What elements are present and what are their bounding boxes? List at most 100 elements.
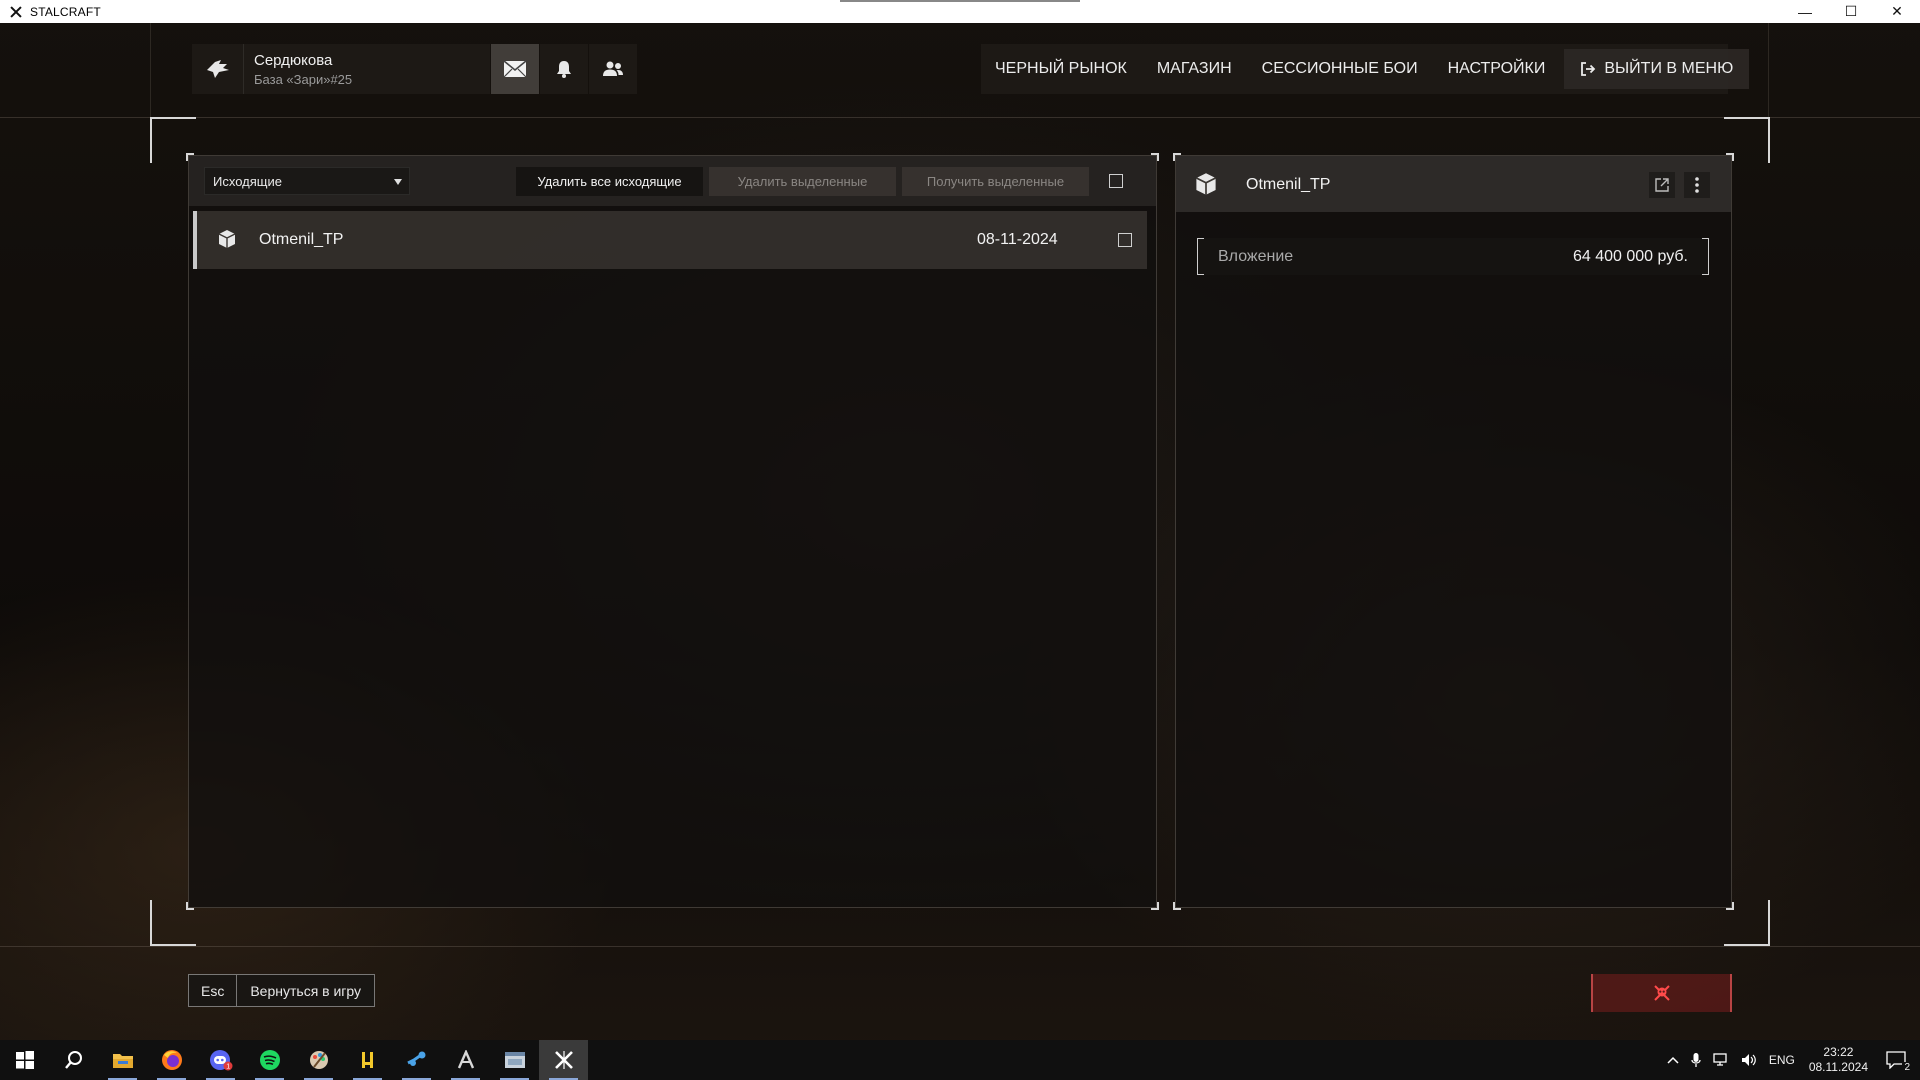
panel-corner [1151, 902, 1159, 910]
bell-icon [557, 61, 571, 78]
panel-corner [186, 153, 194, 161]
window-titlebar: STALCRAFT — ☐ ✕ [0, 0, 1920, 23]
nav-black-market[interactable]: ЧЕРНЫЙ РЫНОК [981, 60, 1142, 78]
footer-divider [0, 946, 1920, 947]
folder-select-value: Исходящие [213, 173, 282, 189]
package-icon [218, 230, 236, 248]
delete-selected-button[interactable]: Удалить выделенные [709, 167, 896, 196]
panel-corner [1151, 153, 1159, 161]
esc-key: Esc [189, 975, 238, 1006]
mail-toolbar: Исходящие Удалить все исходящие Удалить … [189, 156, 1156, 206]
folder-icon [112, 1054, 133, 1068]
discord-icon: 1 [209, 1050, 232, 1071]
tray-overflow-icon[interactable] [1667, 1056, 1679, 1064]
envelope-icon [503, 60, 527, 78]
player-base: База «Зари»#25 [254, 71, 353, 87]
mail-button[interactable] [491, 44, 539, 94]
external-link-icon [1655, 178, 1669, 192]
mail-row-date: 08-11-2024 [977, 231, 1058, 248]
maximize-button[interactable]: ☐ [1828, 0, 1874, 23]
notification-count: 2 [1902, 1062, 1912, 1073]
stalcraft-logo-icon [554, 1051, 573, 1069]
arc-icon [457, 1050, 474, 1069]
taskbar-app[interactable] [490, 1040, 539, 1080]
taskbar-discord[interactable]: 1 [196, 1040, 245, 1080]
report-button[interactable] [1591, 974, 1732, 1012]
panel-corner [1726, 153, 1734, 161]
clock-time: 23:22 [1823, 1045, 1854, 1059]
window-title: STALCRAFT [30, 4, 101, 19]
notifications-button[interactable] [540, 44, 588, 94]
palette-icon [309, 1051, 328, 1069]
input-language[interactable]: ENG [1769, 1053, 1795, 1067]
select-all-checkbox[interactable] [1109, 174, 1123, 188]
return-to-game-label: Вернуться в игру [250, 982, 362, 999]
taskbar-steam[interactable] [392, 1040, 441, 1080]
search-icon [64, 1051, 82, 1069]
panel-corner [1726, 902, 1734, 910]
exit-to-menu-button[interactable]: ВЫЙТИ В МЕНЮ [1564, 49, 1750, 89]
delete-all-outgoing-button[interactable]: Удалить все исходящие [516, 167, 703, 196]
header-vline-right [1768, 23, 1769, 117]
windows-start-button[interactable] [0, 1040, 49, 1080]
receive-selected-button[interactable]: Получить выделенные [902, 167, 1089, 196]
exit-icon [1581, 62, 1596, 76]
mail-detail-panel: Otmenil_TP Вложение 64 400 000 руб. [1175, 155, 1732, 908]
open-external-button[interactable] [1649, 172, 1675, 198]
player-name: Сердюкова [254, 51, 333, 69]
launcher-icon [361, 1052, 373, 1068]
taskbar-search-button[interactable] [49, 1040, 98, 1080]
microphone-icon[interactable] [1691, 1052, 1701, 1068]
mail-row[interactable]: Otmenil_TP 08-11-2024 [193, 211, 1147, 269]
exit-label: ВЫЙТИ В МЕНЮ [1604, 60, 1734, 77]
mail-detail-header: Otmenil_TP [1176, 156, 1731, 212]
taskbar-firefox[interactable] [147, 1040, 196, 1080]
main-nav: ЧЕРНЫЙ РЫНОК МАГАЗИН СЕССИОННЫЕ БОИ НАСТ… [981, 44, 1750, 94]
clock-date: 08.11.2024 [1808, 1060, 1868, 1074]
taskbar-arc[interactable] [441, 1040, 490, 1080]
windows-logo-icon [15, 1051, 34, 1069]
panel-corner [186, 902, 194, 910]
titlebar-progress [840, 0, 1080, 2]
attachment-label: Вложение [1218, 248, 1294, 265]
mail-detail-sender: Otmenil_TP [1246, 176, 1331, 193]
action-center-button[interactable]: 2 [1886, 1051, 1912, 1073]
firefox-icon [161, 1050, 182, 1070]
taskbar-paint[interactable] [294, 1040, 343, 1080]
friends-button[interactable] [589, 44, 637, 94]
player-profile[interactable]: Сердюкова База «Зари»#25 [192, 44, 490, 94]
nav-session-battles[interactable]: СЕССИОННЫЕ БОИ [1247, 60, 1433, 78]
kebab-menu-icon [1695, 177, 1699, 193]
caret-down-icon [394, 179, 402, 185]
volume-icon[interactable] [1741, 1053, 1757, 1067]
mail-list-panel: Исходящие Удалить все исходящие Удалить … [188, 155, 1157, 908]
network-icon[interactable] [1713, 1053, 1729, 1067]
steam-icon [406, 1051, 425, 1066]
nav-settings[interactable]: НАСТРОЙКИ [1433, 60, 1561, 78]
panel-corner [1173, 902, 1181, 910]
system-tray: ENG 23:22 08.11.2024 2 [1661, 1040, 1920, 1080]
window-app-icon [504, 1052, 525, 1068]
skull-crossbones-icon [1653, 985, 1670, 1001]
taskbar-spotify[interactable] [245, 1040, 294, 1080]
mail-row-checkbox[interactable] [1118, 233, 1132, 247]
taskbar-stalcraft[interactable] [539, 1040, 588, 1080]
attachment-value: 64 400 000 руб. [1572, 248, 1688, 265]
header-divider [0, 117, 1920, 118]
minimize-button[interactable]: — [1782, 0, 1828, 23]
nav-shop[interactable]: МАГАЗИН [1142, 60, 1247, 78]
attachment-row[interactable]: Вложение 64 400 000 руб. [1197, 238, 1709, 275]
close-window-button[interactable]: ✕ [1874, 0, 1920, 23]
taskbar-launcher[interactable] [343, 1040, 392, 1080]
folder-select[interactable]: Исходящие [204, 167, 410, 195]
system-clock[interactable]: 23:22 08.11.2024 [1809, 1045, 1868, 1075]
spotify-icon [259, 1050, 280, 1070]
header-vline-left [150, 23, 151, 117]
faction-emblem-icon [192, 44, 244, 94]
taskbar-file-explorer[interactable] [98, 1040, 147, 1080]
svg-text:1: 1 [226, 1064, 230, 1071]
stalcraft-logo-icon [8, 4, 24, 20]
more-options-button[interactable] [1684, 172, 1710, 198]
package-icon [1196, 173, 1216, 195]
return-to-game-hint[interactable]: Esc Вернуться в игру [188, 974, 376, 1007]
